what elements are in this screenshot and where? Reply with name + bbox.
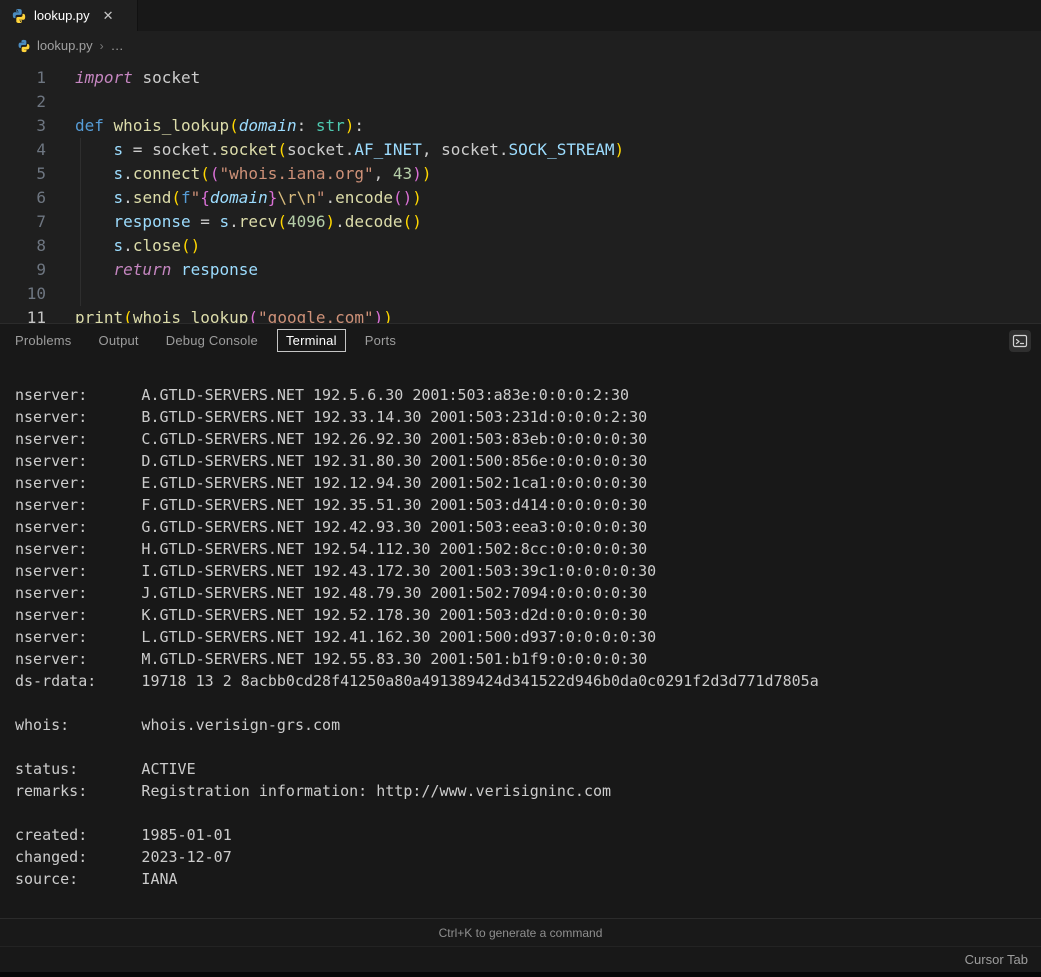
breadcrumb[interactable]: lookup.py › … xyxy=(0,31,1041,60)
terminal-output[interactable]: nserver: A.GTLD-SERVERS.NET 192.5.6.30 2… xyxy=(0,357,1041,918)
terminal-line: nserver: E.GTLD-SERVERS.NET 192.12.94.30… xyxy=(15,474,648,492)
terminal-line: nserver: J.GTLD-SERVERS.NET 192.48.79.30… xyxy=(15,584,648,602)
terminal-line: nserver: L.GTLD-SERVERS.NET 192.41.162.3… xyxy=(15,628,657,646)
code-line[interactable]: 10 xyxy=(0,282,1041,306)
terminal-line: nserver: F.GTLD-SERVERS.NET 192.35.51.30… xyxy=(15,496,648,514)
panel-tab-debug-console[interactable]: Debug Console xyxy=(166,329,258,352)
line-number: 2 xyxy=(36,92,46,111)
python-icon xyxy=(11,8,27,24)
terminal-line: nserver: C.GTLD-SERVERS.NET 192.26.92.30… xyxy=(15,430,648,448)
code-line[interactable]: 6 s.send(f"{domain}\r\n".encode()) xyxy=(0,186,1041,210)
panel-actions xyxy=(1009,329,1031,352)
code-line[interactable]: 5 s.connect(("whois.iana.org", 43)) xyxy=(0,162,1041,186)
code-lines: 1 import socket 2 3 def whois_lookup(domain:… xyxy=(0,66,1041,323)
line-number: 4 xyxy=(36,140,46,159)
code-line[interactable]: 4 s = socket.socket(socket.AF_INET, sock… xyxy=(0,138,1041,162)
terminal-line: status: ACTIVE xyxy=(15,760,196,778)
tab-label: lookup.py xyxy=(34,8,90,23)
code-line[interactable]: 1 import socket xyxy=(0,66,1041,90)
tab-close-icon[interactable]: ✕ xyxy=(103,8,114,24)
panel-tab-terminal[interactable]: Terminal xyxy=(276,329,346,352)
bottom-strip xyxy=(0,972,1041,977)
command-hint-bar[interactable]: Ctrl+K to generate a command xyxy=(0,918,1041,946)
line-number: 11 xyxy=(26,308,46,323)
line-number: 5 xyxy=(36,164,46,183)
terminal-line: nserver: M.GTLD-SERVERS.NET 192.55.83.30… xyxy=(15,650,648,668)
terminal-line: nserver: I.GTLD-SERVERS.NET 192.43.172.3… xyxy=(15,562,657,580)
code-editor[interactable]: 1 import socket 2 3 def whois_lookup(domain:… xyxy=(0,60,1041,323)
code-line[interactable]: 2 xyxy=(0,90,1041,114)
terminal-line: ds-rdata: 19718 13 2 8acbb0cd28f41250a80… xyxy=(15,672,819,690)
breadcrumb-more[interactable]: … xyxy=(111,38,124,53)
panel-tab-ports[interactable]: Ports xyxy=(365,329,396,352)
line-number: 7 xyxy=(36,212,46,231)
code-editor-window: lookup.py ✕ lookup.py › … 1 import socket… xyxy=(0,0,1041,977)
terminal-line: source: IANA xyxy=(15,870,178,888)
line-number: 8 xyxy=(36,236,46,255)
terminal-line: nserver: K.GTLD-SERVERS.NET 192.52.178.3… xyxy=(15,606,648,624)
line-number: 10 xyxy=(26,284,46,303)
breadcrumb-file[interactable]: lookup.py xyxy=(37,38,93,53)
code-line[interactable]: 11 print(whois_lookup("google.com")) xyxy=(0,306,1041,323)
terminal-line: nserver: D.GTLD-SERVERS.NET 192.31.80.30… xyxy=(15,452,648,470)
command-hint-text: Ctrl+K to generate a command xyxy=(438,925,603,940)
panel-tab-bar: Problems Output Debug Console Terminal P… xyxy=(0,323,1041,357)
terminal-line: changed: 2023-12-07 xyxy=(15,848,232,866)
panel-tab-problems[interactable]: Problems xyxy=(15,329,72,352)
line-number: 1 xyxy=(36,68,46,87)
line-number: 3 xyxy=(36,116,46,135)
code-line[interactable]: 7 response = s.recv(4096).decode() xyxy=(0,210,1041,234)
tab-lookup-py[interactable]: lookup.py ✕ xyxy=(0,0,138,31)
cursor-tab-status[interactable]: Cursor Tab xyxy=(965,952,1028,967)
line-number: 9 xyxy=(36,260,46,279)
terminal-line: nserver: B.GTLD-SERVERS.NET 192.33.14.30… xyxy=(15,408,648,426)
terminal-line: nserver: H.GTLD-SERVERS.NET 192.54.112.3… xyxy=(15,540,648,558)
chevron-right-icon: › xyxy=(99,38,104,53)
terminal-line: whois: whois.verisign-grs.com xyxy=(15,716,341,734)
terminal-line: nserver: G.GTLD-SERVERS.NET 192.42.93.30… xyxy=(15,518,648,536)
terminal-launch-icon[interactable] xyxy=(1009,329,1031,352)
terminal-line: remarks: Registration information: http:… xyxy=(15,782,612,800)
line-number: 6 xyxy=(36,188,46,207)
code-line[interactable]: 8 s.close() xyxy=(0,234,1041,258)
indent-guide xyxy=(80,138,81,306)
terminal-line: created: 1985-01-01 xyxy=(15,826,232,844)
terminal-line: nserver: A.GTLD-SERVERS.NET 192.5.6.30 2… xyxy=(15,386,630,404)
code-line[interactable]: 9 return response xyxy=(0,258,1041,282)
editor-tab-bar: lookup.py ✕ xyxy=(0,0,1041,31)
panel-tab-output[interactable]: Output xyxy=(99,329,139,352)
python-icon xyxy=(17,39,31,53)
status-bar: Cursor Tab xyxy=(0,946,1041,972)
code-line[interactable]: 3 def whois_lookup(domain: str): xyxy=(0,114,1041,138)
